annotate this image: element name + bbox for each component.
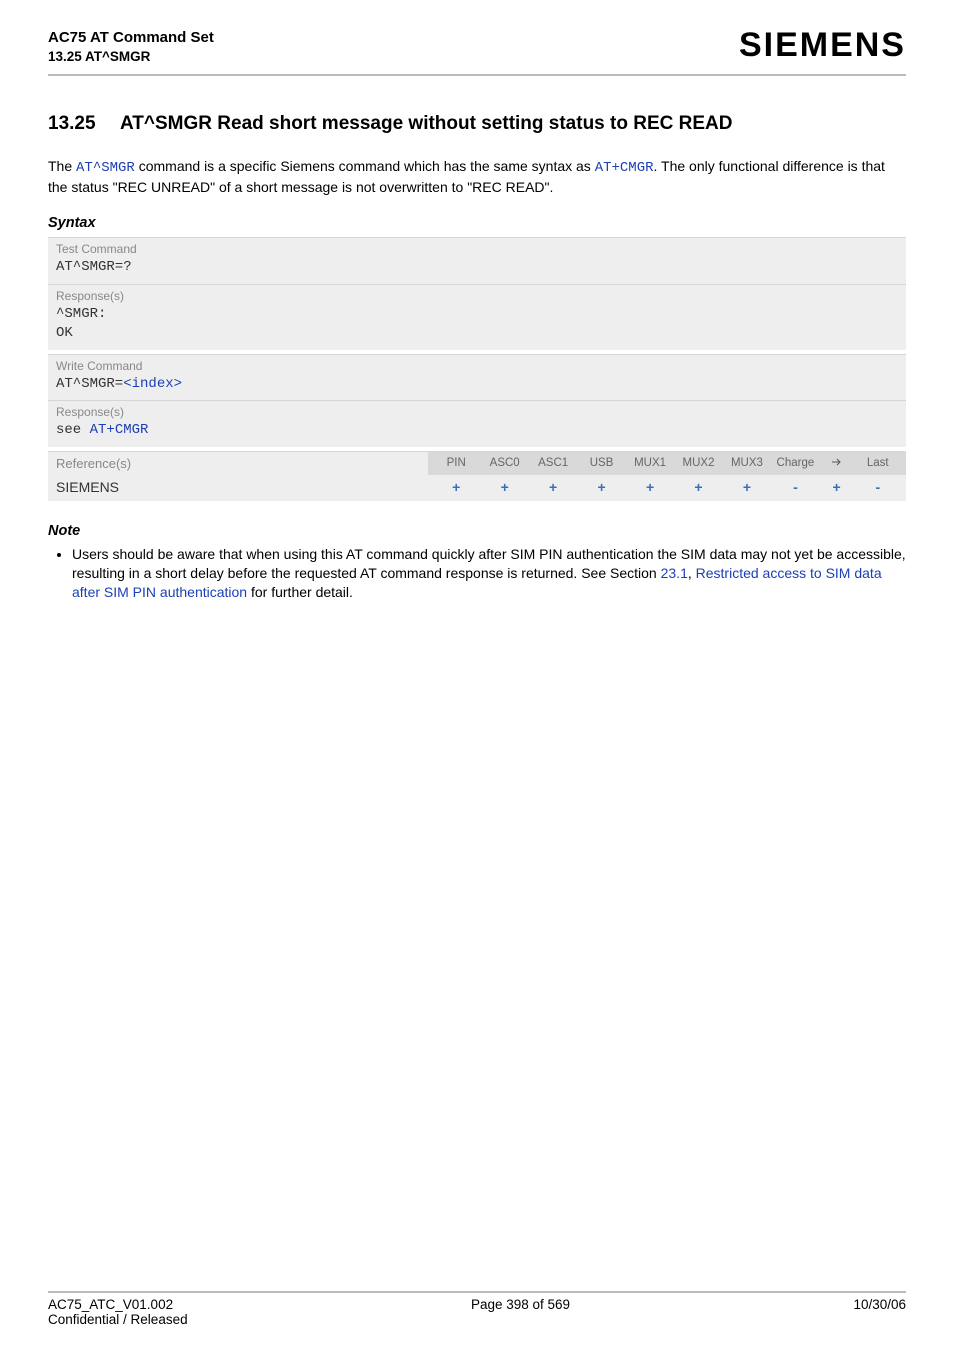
footer-left: AC75_ATC_V01.002 Confidential / Released (48, 1297, 188, 1327)
note-post: for further detail. (247, 584, 353, 600)
val-asc1: + (529, 479, 577, 495)
val-last: - (854, 479, 902, 495)
write-response-label: Response(s) (56, 405, 898, 419)
note-item: Users should be aware that when using th… (72, 545, 906, 602)
val-usb: + (577, 479, 625, 495)
reference-cols: PIN ASC0 ASC1 USB MUX1 MUX2 MUX3 Charge … (428, 452, 906, 475)
col-mux2: MUX2 (674, 457, 722, 469)
siemens-logo: SIEMENS (739, 26, 906, 65)
footer-docid: AC75_ATC_V01.002 (48, 1297, 188, 1312)
val-pin: + (432, 479, 480, 495)
airplane-icon (831, 456, 843, 468)
section-title-text: AT^SMGR Read short message without setti… (120, 112, 732, 137)
write-command-text: AT^SMGR=<index> (56, 375, 898, 395)
reference-header-row: Reference(s) PIN ASC0 ASC1 USB MUX1 MUX2… (48, 451, 906, 475)
reference-values: + + + + + + + - + - (428, 475, 906, 501)
reference-vendor: SIEMENS (48, 475, 428, 501)
header-left: AC75 AT Command Set 13.25 AT^SMGR (48, 28, 214, 66)
col-asc0: ASC0 (480, 457, 528, 469)
cmd-link-cmgr[interactable]: AT+CMGR (595, 160, 654, 176)
reference-label-cell: Reference(s) (48, 452, 428, 475)
section-number: 13.25 (48, 112, 120, 137)
val-asc0: + (480, 479, 528, 495)
test-response-line1: ^SMGR: (56, 305, 898, 325)
note-list: Users should be aware that when using th… (72, 545, 906, 602)
footer-rule (48, 1291, 906, 1293)
test-response-block: Response(s) ^SMGR: OK (48, 284, 906, 350)
note-heading: Note (48, 523, 906, 539)
write-cmd-param[interactable]: <index> (123, 376, 182, 392)
col-charge: Charge (771, 457, 819, 469)
intro-paragraph: The AT^SMGR command is a specific Siemen… (48, 157, 906, 197)
page-header: AC75 AT Command Set 13.25 AT^SMGR SIEMEN… (48, 28, 906, 66)
val-mux1: + (626, 479, 674, 495)
col-mux3: MUX3 (723, 457, 771, 469)
write-response-block: Response(s) see AT+CMGR (48, 400, 906, 447)
reference-value-row: SIEMENS + + + + + + + - + - (48, 475, 906, 501)
intro-mid: command is a specific Siemens command wh… (135, 158, 595, 174)
footer-row: AC75_ATC_V01.002 Confidential / Released… (48, 1297, 906, 1327)
test-command-block: Test Command AT^SMGR=? (48, 237, 906, 284)
page-footer: AC75_ATC_V01.002 Confidential / Released… (48, 1291, 906, 1327)
test-response-label: Response(s) (56, 289, 898, 303)
doc-title: AC75 AT Command Set (48, 28, 214, 48)
note-link-section[interactable]: 23.1 (661, 565, 688, 581)
reference-label: Reference(s) (56, 456, 131, 471)
section-heading: 13.25 AT^SMGR Read short message without… (48, 112, 906, 137)
write-command-block: Write Command AT^SMGR=<index> (48, 354, 906, 401)
val-mux3: + (723, 479, 771, 495)
col-airplane-icon (820, 456, 854, 471)
val-charge: - (771, 479, 819, 495)
cmd-link-smgr[interactable]: AT^SMGR (76, 160, 135, 176)
col-usb: USB (577, 457, 625, 469)
test-command-text: AT^SMGR=? (56, 258, 898, 278)
note-sep: , (688, 565, 696, 581)
footer-confidential: Confidential / Released (48, 1312, 188, 1327)
write-resp-pre: see (56, 422, 90, 438)
col-pin: PIN (432, 457, 480, 469)
intro-pre: The (48, 158, 76, 174)
val-mux2: + (674, 479, 722, 495)
write-response-text: see AT+CMGR (56, 421, 898, 441)
write-command-label: Write Command (56, 359, 898, 373)
syntax-heading: Syntax (48, 215, 906, 231)
col-mux1: MUX1 (626, 457, 674, 469)
header-rule (48, 74, 906, 76)
note-section: Note Users should be aware that when usi… (48, 523, 906, 602)
test-response-line2: OK (56, 324, 898, 344)
footer-page: Page 398 of 569 (471, 1297, 570, 1327)
doc-subtitle: 13.25 AT^SMGR (48, 48, 214, 66)
val-airplane: + (820, 479, 854, 495)
col-last: Last (854, 457, 902, 469)
write-cmd-pre: AT^SMGR= (56, 376, 123, 392)
write-resp-link[interactable]: AT+CMGR (90, 422, 149, 438)
footer-date: 10/30/06 (853, 1297, 906, 1327)
col-asc1: ASC1 (529, 457, 577, 469)
test-command-label: Test Command (56, 242, 898, 256)
